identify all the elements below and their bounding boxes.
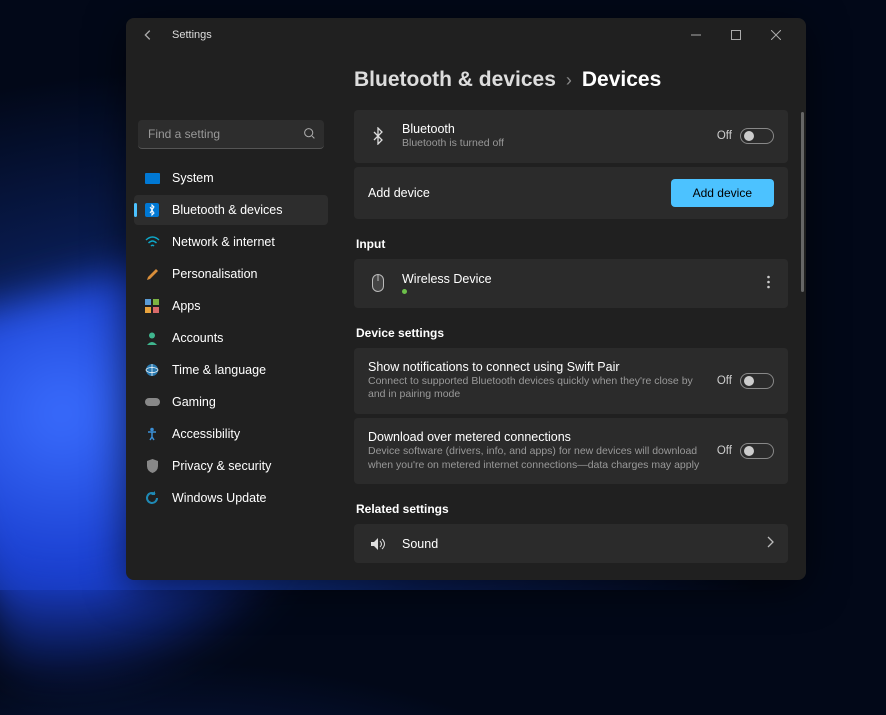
device-name: Wireless Device <box>402 272 749 286</box>
chevron-right-icon <box>766 536 774 551</box>
arrow-left-icon <box>141 28 155 42</box>
bluetooth-icon <box>144 202 160 218</box>
bluetooth-toggle[interactable] <box>740 128 774 144</box>
card-subtitle: Connect to supported Bluetooth devices q… <box>368 375 703 402</box>
toggle-state-label: Off <box>717 130 732 142</box>
section-heading-related: Related settings <box>356 502 788 516</box>
sidebar-item-label: Accessibility <box>172 427 240 441</box>
section-heading-device-settings: Device settings <box>356 326 788 340</box>
card-subtitle: Device software (drivers, info, and apps… <box>368 445 703 472</box>
minimize-icon <box>691 30 701 40</box>
card-title: Add device <box>368 186 657 200</box>
toggle-state-label: Off <box>717 375 732 387</box>
brush-icon <box>144 266 160 282</box>
sidebar-item-label: System <box>172 171 214 185</box>
add-device-button[interactable]: Add device <box>671 179 774 207</box>
sidebar-item-label: Personalisation <box>172 267 257 281</box>
sidebar-item-label: Bluetooth & devices <box>172 203 283 217</box>
sidebar-item-privacy[interactable]: Privacy & security <box>134 451 328 481</box>
sidebar-item-apps[interactable]: Apps <box>134 291 328 321</box>
sidebar-item-label: Network & internet <box>172 235 275 249</box>
sidebar-item-gaming[interactable]: Gaming <box>134 387 328 417</box>
breadcrumb: Bluetooth & devices › Devices <box>354 68 788 92</box>
sidebar-item-network[interactable]: Network & internet <box>134 227 328 257</box>
breadcrumb-parent[interactable]: Bluetooth & devices <box>354 68 556 92</box>
sidebar-item-label: Privacy & security <box>172 459 271 473</box>
sidebar-item-personalisation[interactable]: Personalisation <box>134 259 328 289</box>
search-input[interactable] <box>138 120 324 149</box>
sidebar-item-windows-update[interactable]: Windows Update <box>134 483 328 513</box>
sidebar-item-system[interactable]: System <box>134 163 328 193</box>
accessibility-icon <box>144 426 160 442</box>
bluetooth-icon <box>368 127 388 145</box>
metered-toggle[interactable] <box>740 443 774 459</box>
titlebar: Settings <box>126 18 806 52</box>
close-button[interactable] <box>756 21 796 49</box>
sidebar-item-bluetooth-devices[interactable]: Bluetooth & devices <box>134 195 328 225</box>
card-title: Sound <box>402 537 752 551</box>
gaming-icon <box>144 394 160 410</box>
more-vertical-icon <box>767 275 770 289</box>
maximize-button[interactable] <box>716 21 756 49</box>
swift-pair-card: Show notifications to connect using Swif… <box>354 348 788 414</box>
toggle-state-label: Off <box>717 445 732 457</box>
sidebar-item-label: Gaming <box>172 395 216 409</box>
sidebar-item-label: Apps <box>172 299 201 313</box>
sidebar-item-time-language[interactable]: Time & language <box>134 355 328 385</box>
card-title: Show notifications to connect using Swif… <box>368 360 703 374</box>
bluetooth-card: Bluetooth Bluetooth is turned off Off <box>354 110 788 163</box>
mouse-icon <box>368 274 388 292</box>
swift-pair-toggle[interactable] <box>740 373 774 389</box>
apps-icon <box>144 298 160 314</box>
main-content[interactable]: Bluetooth & devices › Devices Bluetooth … <box>336 52 806 580</box>
sidebar-item-accessibility[interactable]: Accessibility <box>134 419 328 449</box>
back-button[interactable] <box>136 23 160 47</box>
status-dot-icon <box>402 289 407 294</box>
wifi-icon <box>144 234 160 250</box>
app-title: Settings <box>172 29 212 41</box>
close-icon <box>771 30 781 40</box>
shield-icon <box>144 458 160 474</box>
globe-icon <box>144 362 160 378</box>
sidebar-item-label: Windows Update <box>172 491 267 505</box>
section-heading-input: Input <box>356 237 788 251</box>
minimize-button[interactable] <box>676 21 716 49</box>
card-title: Download over metered connections <box>368 430 703 444</box>
sidebar-item-label: Time & language <box>172 363 266 377</box>
metered-card: Download over metered connections Device… <box>354 418 788 484</box>
chevron-right-icon: › <box>566 70 572 91</box>
maximize-icon <box>731 30 741 40</box>
sidebar-item-accounts[interactable]: Accounts <box>134 323 328 353</box>
scrollbar[interactable] <box>801 112 804 292</box>
person-icon <box>144 330 160 346</box>
sidebar: System Bluetooth & devices Network & int… <box>126 52 336 580</box>
add-device-card: Add device Add device <box>354 167 788 219</box>
card-title: Bluetooth <box>402 122 703 136</box>
sidebar-item-label: Accounts <box>172 331 223 345</box>
system-icon <box>144 170 160 186</box>
settings-window: Settings System <box>126 18 806 580</box>
sound-icon <box>368 537 388 551</box>
update-icon <box>144 490 160 506</box>
search-icon <box>303 127 316 143</box>
device-more-button[interactable] <box>763 271 774 296</box>
breadcrumb-current: Devices <box>582 68 661 92</box>
sound-card[interactable]: Sound <box>354 524 788 563</box>
input-device-card[interactable]: Wireless Device <box>354 259 788 308</box>
card-subtitle: Bluetooth is turned off <box>402 137 703 151</box>
